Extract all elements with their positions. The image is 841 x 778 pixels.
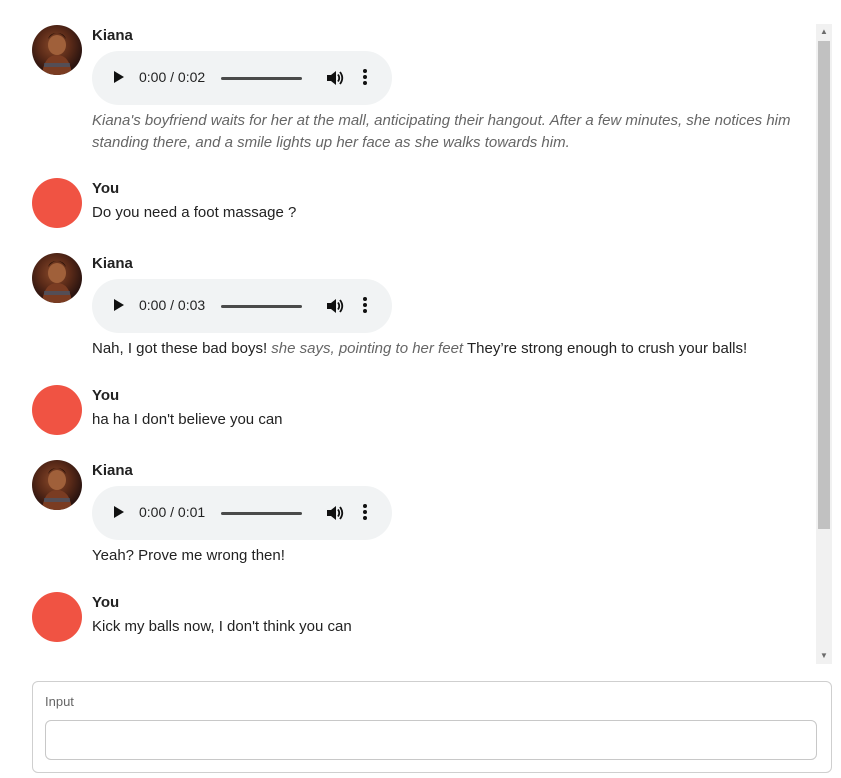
more-options-icon[interactable]: [362, 504, 368, 522]
character-portrait-icon: [32, 253, 82, 303]
message-text: Do you need a foot massage ?: [92, 204, 297, 221]
audio-progress-slider[interactable]: [221, 305, 302, 308]
sender-name: Kiana: [92, 27, 133, 44]
more-options-icon[interactable]: [362, 297, 368, 315]
scroll-up-arrow-icon[interactable]: ▲: [816, 24, 832, 40]
scroll-thumb[interactable]: [818, 41, 830, 529]
character-portrait-icon: [32, 460, 82, 510]
user-avatar: [32, 178, 82, 228]
chat-scrollbar[interactable]: ▲ ▼: [816, 24, 832, 664]
narration-text: she says, pointing to her feet: [271, 340, 464, 357]
sender-name: You: [92, 594, 120, 611]
input-label: Input: [45, 694, 74, 709]
play-icon[interactable]: [114, 299, 124, 311]
volume-icon[interactable]: [326, 70, 344, 86]
input-panel: Input: [32, 681, 832, 773]
user-avatar: [32, 592, 82, 642]
audio-time: 0:00 / 0:01: [139, 504, 206, 520]
audio-player[interactable]: 0:00 / 0:03: [92, 279, 392, 333]
volume-icon[interactable]: [326, 505, 344, 521]
message-input[interactable]: [45, 720, 817, 760]
scroll-down-arrow-icon[interactable]: ▼: [816, 648, 832, 664]
narration-text: Kiana's boyfriend waits for her at the m…: [92, 112, 791, 151]
user-avatar: [32, 385, 82, 435]
audio-progress-slider[interactable]: [221, 77, 302, 80]
chat-history: Kiana 0:00 / 0:02 Kiana's boyfriend wait…: [0, 0, 841, 665]
sender-name: You: [92, 387, 120, 404]
sender-name: You: [92, 180, 120, 197]
message-text: Kick my balls now, I don't think you can: [92, 618, 352, 635]
volume-icon[interactable]: [326, 298, 344, 314]
message-text: ha ha I don't believe you can: [92, 411, 283, 428]
message-text-after: They’re strong enough to crush your ball…: [467, 340, 748, 357]
audio-time: 0:00 / 0:03: [139, 297, 206, 313]
audio-player[interactable]: 0:00 / 0:02: [92, 51, 392, 105]
play-icon[interactable]: [114, 506, 124, 518]
character-portrait-icon: [32, 25, 82, 75]
play-icon[interactable]: [114, 71, 124, 83]
message-text-before: Nah, I got these bad boys!: [92, 340, 268, 357]
message-text: Nah, I got these bad boys! she says, poi…: [92, 338, 802, 360]
audio-time: 0:00 / 0:02: [139, 69, 206, 85]
sender-name: Kiana: [92, 255, 133, 272]
sender-name: Kiana: [92, 462, 133, 479]
more-options-icon[interactable]: [362, 69, 368, 87]
message-text: Yeah? Prove me wrong then!: [92, 547, 285, 564]
audio-player[interactable]: 0:00 / 0:01: [92, 486, 392, 540]
audio-progress-slider[interactable]: [221, 512, 302, 515]
